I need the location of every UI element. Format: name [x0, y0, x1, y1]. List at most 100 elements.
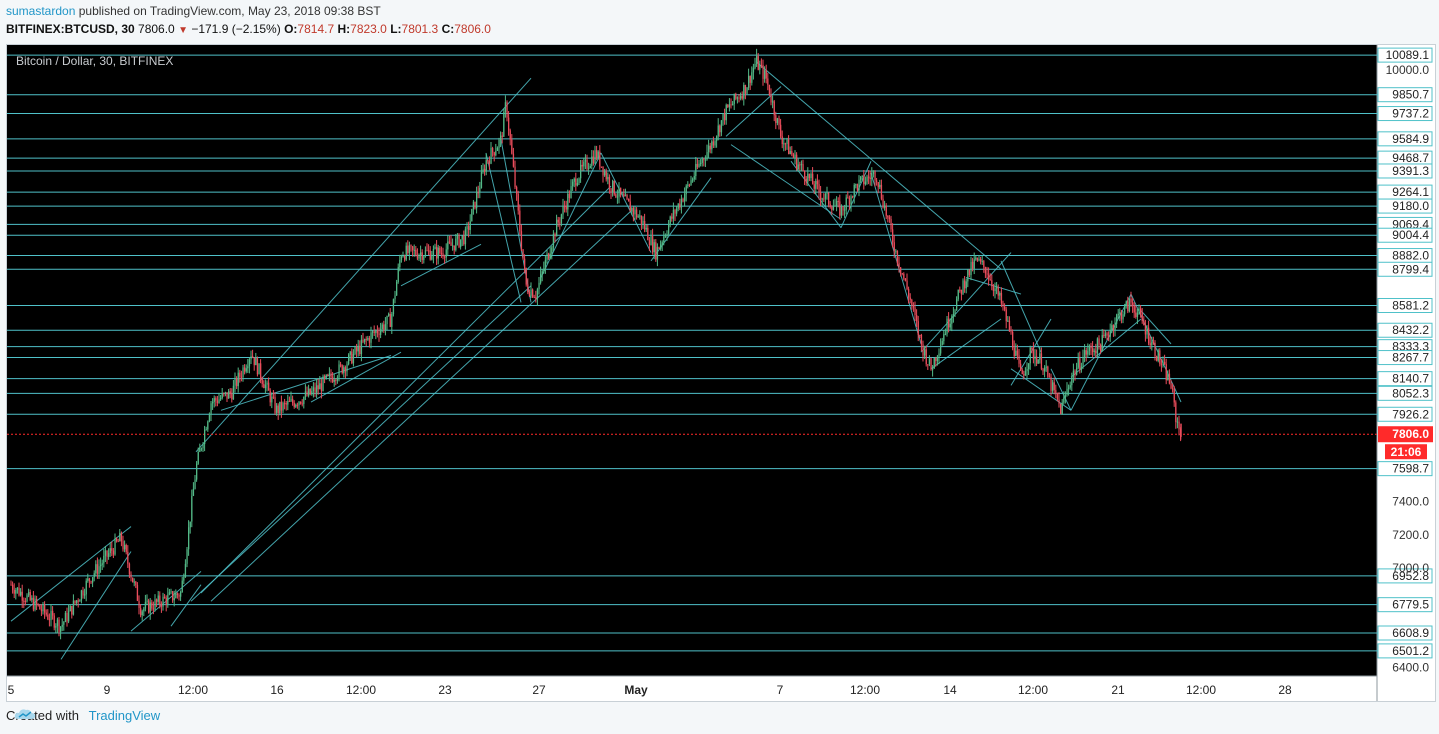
candle-body — [887, 215, 889, 218]
candle-body — [789, 151, 791, 155]
price-tick: 10000.0 — [1386, 63, 1430, 77]
candle-body — [751, 72, 753, 83]
time-axis[interactable] — [7, 676, 1377, 701]
candle-body — [40, 609, 43, 612]
candle-body — [280, 401, 283, 411]
candle-body — [1061, 402, 1063, 415]
author-link[interactable]: sumastardon — [6, 4, 75, 18]
candle-body — [480, 172, 483, 188]
level-label: 10089.1 — [1386, 48, 1430, 62]
candle-body — [85, 580, 87, 595]
time-tick: 16 — [270, 683, 284, 697]
candle-body — [645, 227, 647, 230]
candle-body — [295, 404, 297, 407]
candle-body — [1096, 338, 1099, 354]
candle-body — [512, 153, 515, 167]
candle-body — [1128, 298, 1131, 312]
level-label: 7598.7 — [1392, 462, 1429, 476]
candle-body — [722, 113, 724, 121]
candle-body — [268, 382, 270, 391]
candle-body — [746, 87, 748, 94]
candle-body — [1157, 350, 1159, 361]
candle-body — [288, 400, 291, 402]
candle-body — [528, 292, 531, 296]
candle-body — [314, 387, 316, 393]
candle-body — [1173, 389, 1175, 403]
candle-body — [927, 364, 929, 366]
candle-body — [50, 610, 52, 620]
candle-body — [1048, 376, 1051, 378]
time-tick: 21 — [1111, 683, 1125, 697]
close-value: 7806.0 — [454, 22, 491, 36]
candle-body — [1151, 342, 1153, 346]
candle-body — [877, 182, 879, 188]
candle-body — [119, 532, 121, 542]
candle-body — [168, 592, 171, 595]
time-tick: 12:00 — [1186, 683, 1216, 697]
candle-body — [216, 400, 219, 404]
candle-body — [231, 394, 233, 400]
candle-body — [269, 390, 271, 403]
candle-body — [1098, 338, 1100, 345]
candle-body — [205, 429, 207, 431]
candle-body — [583, 161, 585, 167]
candle-body — [685, 185, 687, 195]
candle-body — [517, 193, 519, 211]
candle-body — [108, 553, 110, 557]
candle-body — [1004, 306, 1006, 310]
candle-body — [58, 619, 60, 632]
candle-body — [759, 64, 761, 70]
candle-body — [271, 396, 273, 403]
candle-body — [338, 364, 340, 378]
candle-body — [140, 608, 142, 616]
candle-body — [253, 357, 255, 366]
candle-body — [1125, 301, 1127, 306]
candle-body — [490, 147, 492, 164]
candle-body — [791, 151, 793, 155]
candle-body — [1064, 395, 1067, 398]
candle-body — [402, 256, 404, 258]
open-value: 7814.7 — [297, 22, 335, 36]
candle-body — [141, 611, 143, 616]
candle-body — [1052, 382, 1054, 391]
candle-body — [60, 626, 62, 632]
candle-body — [375, 330, 377, 333]
candle-body — [170, 591, 172, 593]
candle-body — [543, 268, 545, 272]
chart-frame[interactable]: 10089.1 9850.7 9737.2 9584.9 9468.7 9391.3 926… — [6, 44, 1436, 702]
candle-body — [298, 401, 300, 406]
candle-body — [823, 198, 825, 200]
candle-body — [1076, 367, 1078, 375]
candle-body — [112, 550, 115, 555]
candle-body — [92, 577, 94, 583]
candle-body — [588, 167, 590, 169]
candle-body — [407, 245, 409, 253]
candle-body — [1175, 402, 1177, 422]
candle-body — [620, 187, 622, 194]
candle-body — [1084, 350, 1086, 358]
candle-body — [548, 253, 550, 259]
candle-body — [703, 158, 705, 160]
candle-body — [24, 600, 27, 602]
candle-body — [522, 249, 524, 259]
candle-body — [101, 563, 103, 565]
level-label: 6501.2 — [1392, 644, 1429, 658]
candle-body — [736, 97, 739, 99]
candle-body — [916, 314, 918, 322]
candle-body — [764, 70, 766, 79]
candle-body — [263, 383, 265, 389]
tradingview-link[interactable]: TradingView — [89, 708, 161, 723]
candle-body — [935, 358, 937, 362]
candle-body — [1018, 355, 1020, 364]
candle-body — [72, 600, 75, 615]
candle-body — [234, 378, 236, 386]
chart-canvas[interactable]: 10089.19850.79737.29584.99468.79391.3926… — [7, 45, 1435, 701]
candle-body — [488, 160, 491, 164]
candle-body — [869, 177, 871, 179]
candle-body — [858, 179, 860, 190]
candle-body — [981, 261, 983, 263]
candle-body — [239, 372, 241, 377]
candle-body — [812, 173, 814, 185]
symbol: BITFINEX:BTCUSD, 30 — [6, 22, 135, 36]
candle-body — [984, 267, 987, 274]
